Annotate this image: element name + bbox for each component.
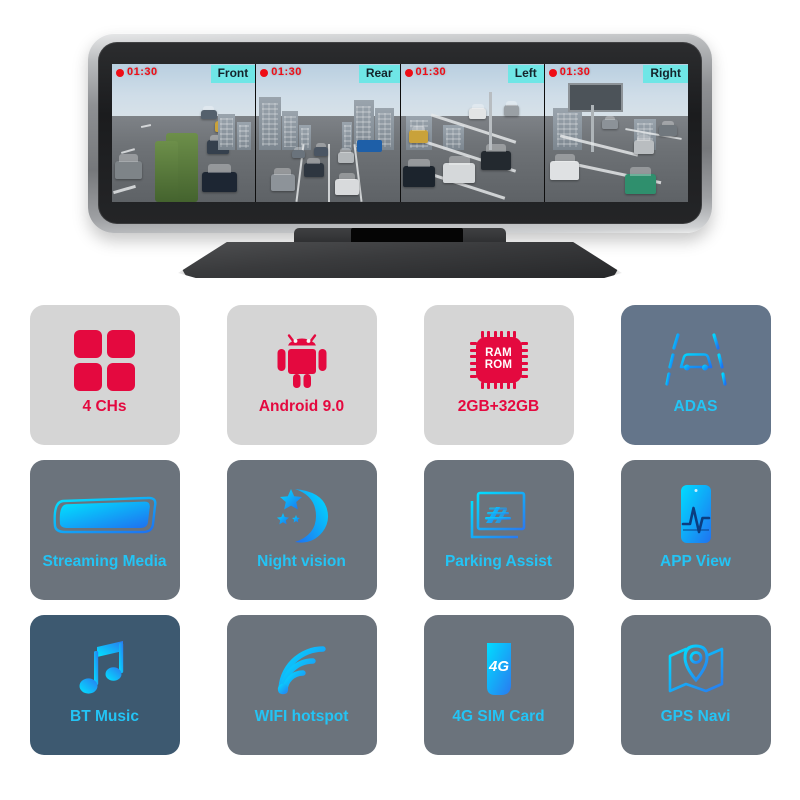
feature-card-night-vision[interactable]: Night vision [226, 460, 377, 600]
device-stand [178, 228, 622, 280]
device-hero-section: 01:30 Front 01:30 Rear 01:30 Left 01:30 … [0, 0, 800, 300]
feature-label: WIFI hotspot [254, 708, 349, 725]
wifi-signal-icon [271, 634, 333, 706]
record-dot-icon [404, 68, 413, 77]
feature-label: GPS Navi [660, 708, 731, 725]
music-note-icon [77, 634, 133, 706]
feature-card-memory[interactable]: RAM ROM 2GB+32GB [423, 305, 574, 445]
camera-timestamp: 01:30 [559, 66, 591, 78]
feature-label: Night vision [257, 553, 346, 570]
camera-label-right: Right [643, 65, 688, 83]
recording-indicator-left: 01:30 [404, 66, 447, 78]
record-dot-icon [260, 68, 269, 77]
feature-label: Android 9.0 [258, 398, 345, 415]
phone-waveform-icon [673, 479, 719, 551]
camera-label-rear: Rear [358, 65, 400, 83]
camera-panel-left[interactable]: 01:30 Left [400, 64, 545, 202]
feature-card-gps-navi[interactable]: GPS Navi [620, 615, 771, 755]
feature-label: APP View [660, 553, 731, 570]
feature-card-streaming-media[interactable]: Streaming Media [29, 460, 180, 600]
feature-card-4g-sim[interactable]: 4G 4G SIM Card [423, 615, 574, 755]
feature-card-android[interactable]: Android 9.0 [226, 305, 377, 445]
screen-bezel: 01:30 Front 01:30 Rear 01:30 Left 01:30 … [98, 42, 702, 224]
map-pin-icon [664, 634, 728, 706]
stand-base [178, 242, 622, 278]
feature-label: BT Music [70, 708, 139, 725]
camera-panel-front[interactable]: 01:30 Front [112, 64, 257, 202]
camera-timestamp: 01:30 [415, 66, 447, 78]
road-scene [256, 64, 400, 202]
record-dot-icon [116, 68, 124, 77]
road-scene [400, 64, 544, 202]
feature-label: 2GB+32GB [457, 398, 540, 415]
feature-card-4-chs[interactable]: 4 CHs [29, 305, 180, 445]
chip-rom-text: ROM [484, 359, 513, 371]
sim-card-4g-icon: 4G [477, 634, 521, 706]
feature-card-wifi-hotspot[interactable]: WIFI hotspot [226, 615, 377, 755]
feature-label: 4 CHs [82, 398, 127, 415]
feature-label: Parking Assist [444, 553, 553, 570]
camera-panel-right[interactable]: 01:30 Right [544, 64, 688, 202]
parking-guideline-icon [468, 479, 530, 551]
recording-indicator-right: 01:30 [548, 66, 591, 78]
camera-label-front: Front [210, 65, 256, 83]
camera-panel-rear[interactable]: 01:30 Rear [256, 64, 401, 202]
camera-label-left: Left [507, 65, 544, 83]
feature-label: ADAS [673, 398, 718, 415]
android-robot-icon [272, 324, 332, 396]
svg-text:4G: 4G [487, 658, 508, 675]
road-scene [112, 64, 256, 202]
feature-label: 4G SIM Card [452, 708, 545, 725]
record-dot-icon [548, 68, 557, 77]
memory-chip-icon: RAM ROM [469, 324, 528, 396]
mirror-monitor-body: 01:30 Front 01:30 Rear 01:30 Left 01:30 … [88, 33, 712, 233]
road-scene [544, 64, 688, 202]
adas-lane-car-icon [664, 324, 727, 396]
feature-card-adas[interactable]: ADAS [620, 305, 771, 445]
quad-view-screen: 01:30 Front 01:30 Rear 01:30 Left 01:30 … [112, 64, 688, 202]
camera-timestamp: 01:30 [271, 66, 302, 78]
recording-indicator-rear: 01:30 [260, 67, 302, 78]
mirror-screen-icon [49, 479, 161, 551]
camera-timestamp: 01:30 [127, 66, 158, 78]
feature-label: Streaming Media [42, 553, 167, 570]
moon-stars-icon [269, 479, 335, 551]
recording-indicator-front: 01:30 [116, 67, 158, 78]
feature-card-parking-assist[interactable]: Parking Assist [423, 460, 574, 600]
feature-card-app-view[interactable]: APP View [620, 460, 771, 600]
feature-card-bt-music[interactable]: BT Music [29, 615, 180, 755]
four-squares-icon [74, 324, 135, 396]
feature-grid: 4 CHs Android 9.0 RAM ROM 2GB+32GB ADAS … [0, 305, 800, 755]
